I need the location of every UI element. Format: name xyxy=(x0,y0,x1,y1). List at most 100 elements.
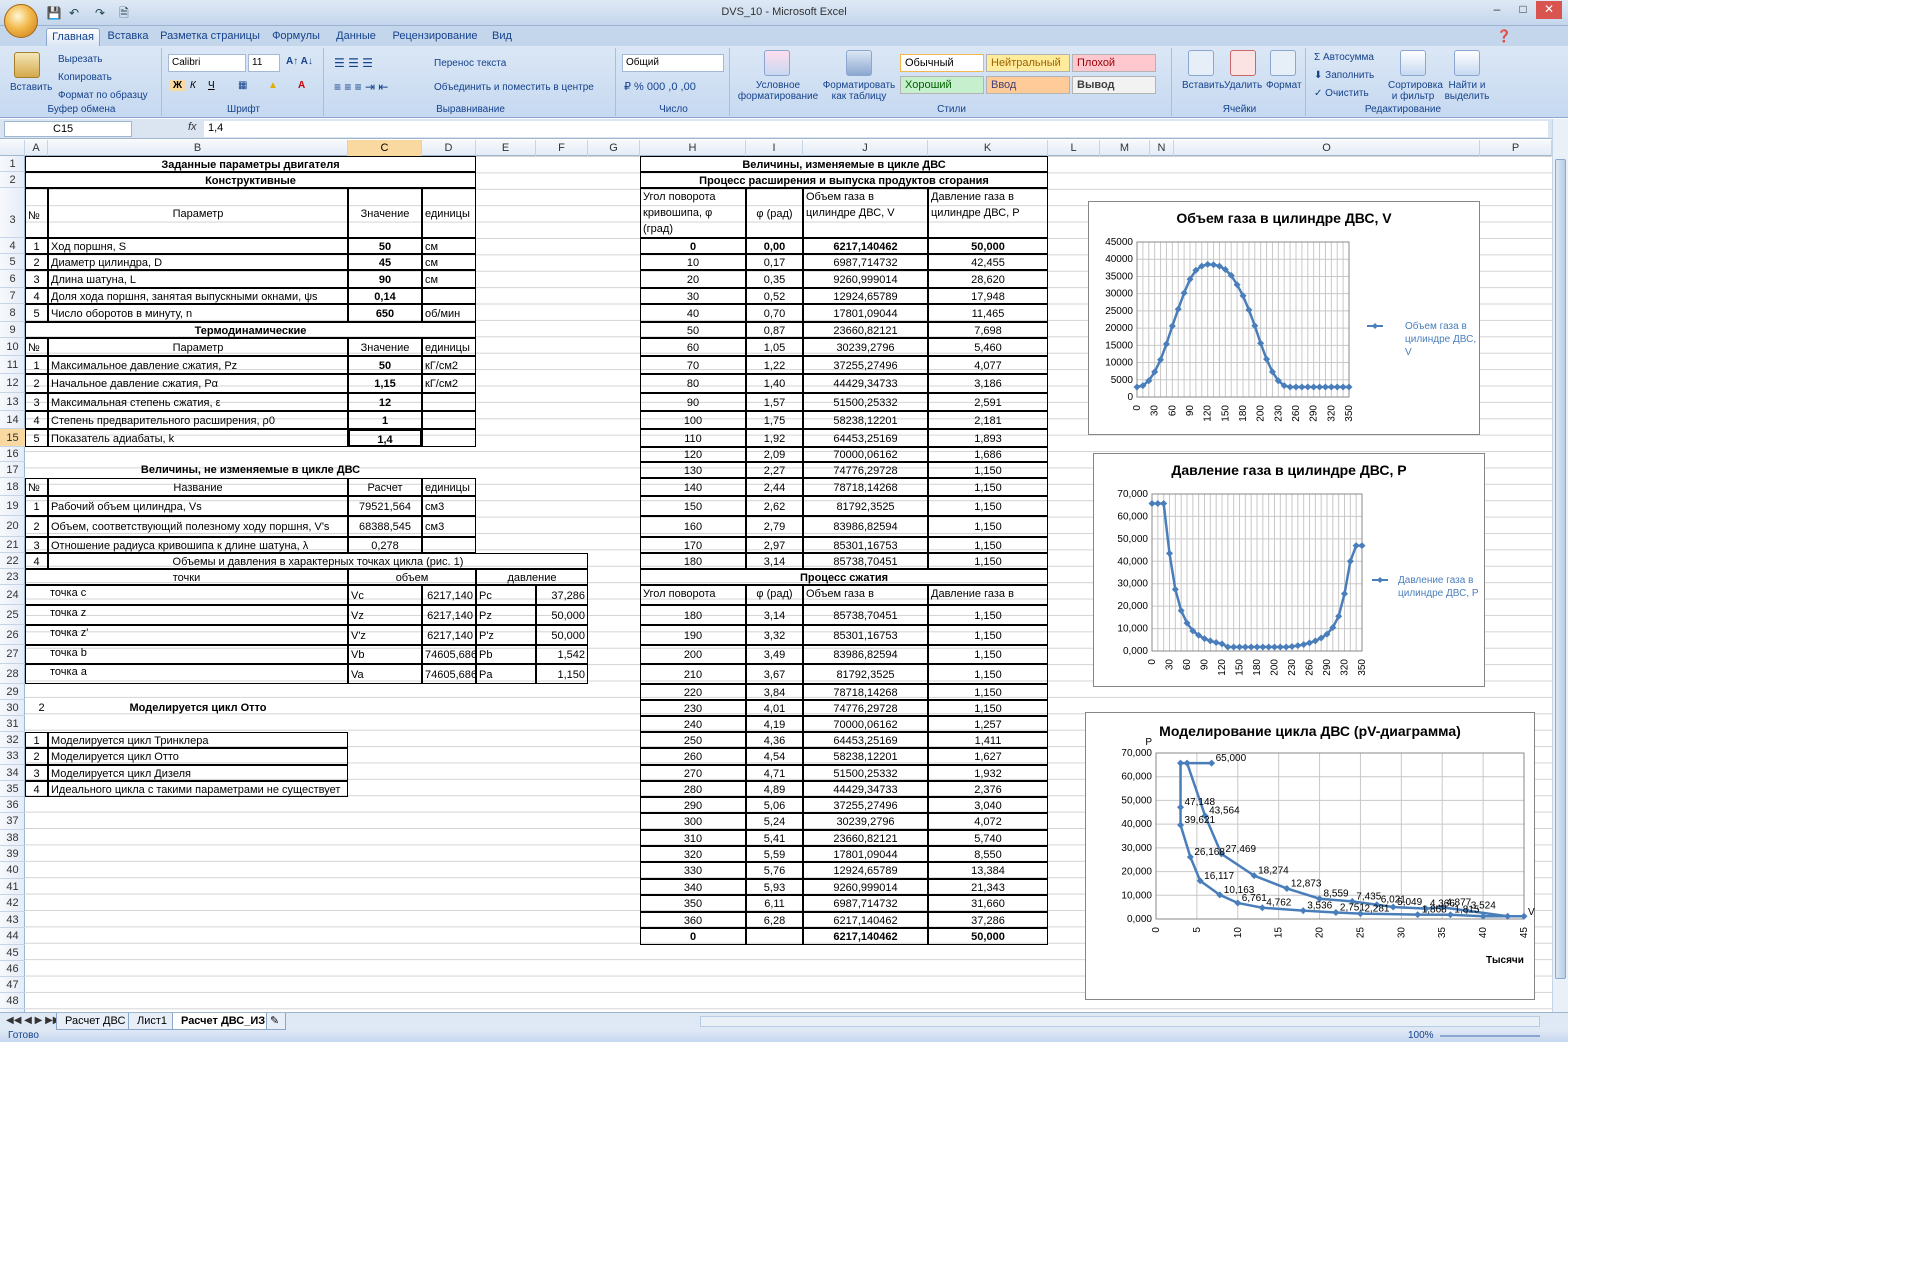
angle-deg[interactable]: 150 xyxy=(640,496,746,516)
gas-pressure[interactable]: 1,627 xyxy=(928,748,1048,765)
angle-deg[interactable]: 120 xyxy=(640,447,746,462)
const-name[interactable]: Рабочий объем цилиндра, Vs xyxy=(48,496,348,516)
param-unit[interactable]: см xyxy=(422,254,476,270)
row-header-30[interactable]: 30 xyxy=(0,700,25,716)
gas-volume[interactable]: 64453,25169 xyxy=(803,732,928,748)
row-header-15[interactable]: 15 xyxy=(0,429,25,447)
row-header-2[interactable]: 2 xyxy=(0,172,25,188)
number-format-select[interactable]: Общий xyxy=(622,54,724,72)
row-header-10[interactable]: 10 xyxy=(0,338,25,356)
point-pressure[interactable]: 1,150 xyxy=(536,664,588,684)
gas-pressure[interactable]: 1,150 xyxy=(928,462,1048,478)
gas-pressure[interactable]: 1,150 xyxy=(928,645,1048,664)
style-input[interactable]: Ввод xyxy=(986,76,1070,94)
angle-deg[interactable]: 10 xyxy=(640,254,746,270)
angle-deg[interactable]: 180 xyxy=(640,605,746,625)
gas-pressure[interactable]: 3,040 xyxy=(928,797,1048,813)
column-header-o[interactable]: O xyxy=(1174,140,1480,156)
param-number[interactable]: 3 xyxy=(25,393,48,411)
point-pressure[interactable]: 1,542 xyxy=(536,645,588,664)
param-unit[interactable]: см xyxy=(422,238,476,254)
gas-volume[interactable]: 81792,3525 xyxy=(803,496,928,516)
gas-pressure[interactable]: 2,591 xyxy=(928,393,1048,411)
row-header-35[interactable]: 35 xyxy=(0,781,25,797)
column-header-a[interactable]: A xyxy=(25,140,48,156)
scroll-thumb[interactable] xyxy=(1555,159,1566,979)
maximize-button[interactable]: □ xyxy=(1510,1,1536,19)
point-pressure-label[interactable]: Pz xyxy=(476,605,536,625)
copy-button[interactable]: Копировать xyxy=(58,72,112,83)
sheet-tab-sheet1[interactable]: Лист1 xyxy=(128,1013,177,1030)
font-size-select[interactable]: 11 xyxy=(248,54,280,72)
param-number[interactable]: 4 xyxy=(25,288,48,304)
row-header-25[interactable]: 25 xyxy=(0,605,25,625)
active-cell[interactable]: 1,4 xyxy=(348,429,422,447)
row-header-22[interactable]: 22 xyxy=(0,553,25,569)
param-value[interactable]: 650 xyxy=(348,304,422,322)
model-text[interactable]: Моделируется цикл Отто xyxy=(48,700,348,716)
row-header-46[interactable]: 46 xyxy=(0,961,25,977)
gas-volume[interactable]: 83986,82594 xyxy=(803,516,928,537)
angle-rad[interactable]: 3,14 xyxy=(746,605,803,625)
param-value[interactable]: 90 xyxy=(348,270,422,288)
format-painter-button[interactable]: Формат по образцу xyxy=(58,90,148,101)
angle-rad[interactable]: 2,27 xyxy=(746,462,803,478)
row-header-37[interactable]: 37 xyxy=(0,813,25,830)
row-header-13[interactable]: 13 xyxy=(0,393,25,411)
gas-pressure[interactable]: 3,186 xyxy=(928,374,1048,393)
row-header-27[interactable]: 27 xyxy=(0,645,25,664)
gas-volume[interactable]: 74776,29728 xyxy=(803,462,928,478)
gas-volume[interactable]: 9260,999014 xyxy=(803,879,928,895)
param-value[interactable]: 0,14 xyxy=(348,288,422,304)
header-cell[interactable]: № xyxy=(25,338,48,356)
cycle-number[interactable]: 2 xyxy=(25,748,48,765)
angle-deg[interactable]: 220 xyxy=(640,684,746,700)
angle-deg[interactable]: 320 xyxy=(640,846,746,862)
gas-pressure[interactable]: 5,460 xyxy=(928,338,1048,356)
angle-rad[interactable]: 1,05 xyxy=(746,338,803,356)
angle-deg[interactable]: 60 xyxy=(640,338,746,356)
row-header-23[interactable]: 23 xyxy=(0,569,25,585)
point-volume-label[interactable]: V'z xyxy=(348,625,422,645)
cut-button[interactable]: Вырезать xyxy=(58,54,102,65)
vertical-scrollbar[interactable] xyxy=(1552,119,1568,1016)
paste-icon[interactable] xyxy=(14,52,40,78)
angle-rad[interactable]: 2,79 xyxy=(746,516,803,537)
gas-volume[interactable]: 74776,29728 xyxy=(803,700,928,716)
point-pressure[interactable]: 37,286 xyxy=(536,585,588,605)
table-title[interactable]: Заданные параметры двигателя xyxy=(25,156,476,172)
header-cell[interactable]: Параметр xyxy=(48,338,348,356)
param-number[interactable]: 3 xyxy=(25,270,48,288)
row-header-31[interactable]: 31 xyxy=(0,716,25,732)
header-cell[interactable]: № xyxy=(25,478,48,496)
angle-rad[interactable]: 2,44 xyxy=(746,478,803,496)
angle-rad[interactable]: 2,97 xyxy=(746,537,803,553)
row-header-21[interactable]: 21 xyxy=(0,537,25,553)
param-unit[interactable]: см xyxy=(422,270,476,288)
gas-volume[interactable]: 85301,16753 xyxy=(803,537,928,553)
angle-rad[interactable] xyxy=(746,928,803,945)
tab-insert[interactable]: Вставка xyxy=(102,28,154,46)
param-unit[interactable] xyxy=(422,429,476,447)
tab-page-layout[interactable]: Разметка страницы xyxy=(160,28,260,46)
zoom-level[interactable]: 100% xyxy=(1408,1030,1434,1042)
gas-volume[interactable]: 6217,140462 xyxy=(803,928,928,945)
angle-deg[interactable]: 140 xyxy=(640,478,746,496)
gas-volume[interactable]: 44429,34733 xyxy=(803,781,928,797)
row-header-36[interactable]: 36 xyxy=(0,797,25,813)
fill-button[interactable]: ⬇ Заполнить xyxy=(1314,70,1374,81)
angle-rad[interactable]: 4,89 xyxy=(746,781,803,797)
gas-volume[interactable]: 85301,16753 xyxy=(803,625,928,645)
row-header-41[interactable]: 41 xyxy=(0,879,25,895)
param-number[interactable]: 1 xyxy=(25,356,48,374)
header-cell[interactable]: объем xyxy=(348,569,476,585)
angle-rad[interactable]: 0,70 xyxy=(746,304,803,322)
paste-button[interactable]: Вставить xyxy=(10,82,52,93)
param-value[interactable]: 12 xyxy=(348,393,422,411)
section-title[interactable]: Процесс расширения и выпуска продуктов с… xyxy=(640,172,1048,188)
angle-deg[interactable]: 70 xyxy=(640,356,746,374)
gas-volume[interactable]: 17801,09044 xyxy=(803,304,928,322)
param-number[interactable]: 1 xyxy=(25,238,48,254)
point-pressure-label[interactable]: P'z xyxy=(476,625,536,645)
angle-deg[interactable]: 130 xyxy=(640,462,746,478)
